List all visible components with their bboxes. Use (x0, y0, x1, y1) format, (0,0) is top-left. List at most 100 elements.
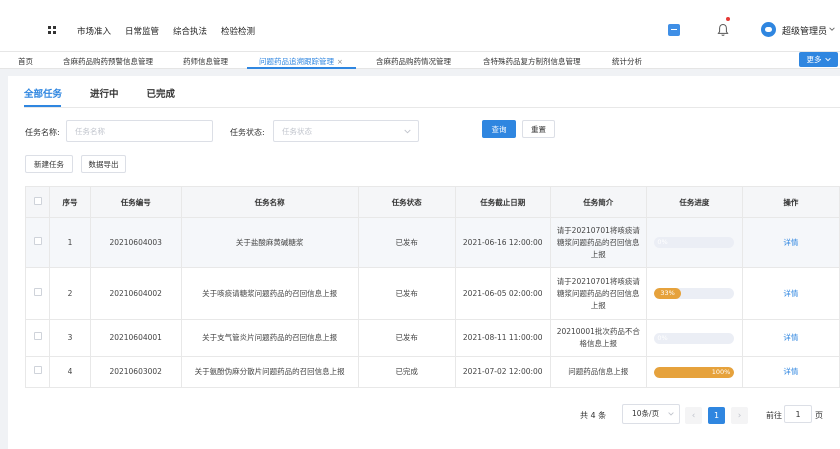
column-header: 操作 (741, 186, 840, 218)
detail-link[interactable]: 详情 (783, 367, 798, 376)
row-name: 关于盐酸麻黄碱糖浆 (180, 217, 359, 268)
nav-item-inspection[interactable]: 检验检测 (221, 25, 255, 37)
detail-link[interactable]: 详情 (783, 289, 798, 298)
row-deadline: 2021-08-11 11:00:00 (454, 319, 551, 357)
row-progress-cell: 0% (645, 319, 743, 357)
subtab-all[interactable]: 全部任务 (24, 86, 62, 100)
tab-pharmacist[interactable]: 药师信息管理 (183, 56, 228, 67)
row-select-cell[interactable] (24, 356, 51, 388)
row-seq: 4 (49, 356, 91, 388)
chevron-down-icon (668, 412, 674, 416)
close-icon[interactable]: × (337, 58, 343, 66)
row-status: 已发布 (357, 217, 456, 268)
checkbox-icon[interactable] (33, 287, 42, 296)
username[interactable]: 超级管理员 (782, 24, 827, 37)
row-action-cell: 详情 (741, 356, 840, 388)
task-status-label: 任务状态: (230, 128, 265, 137)
goto-page-input[interactable] (784, 405, 812, 423)
subtab-completed[interactable]: 已完成 (147, 86, 176, 100)
progress-bar: 0% (654, 237, 735, 248)
tab-statistics[interactable]: 统计分析 (612, 56, 642, 67)
checkbox-icon[interactable] (33, 366, 42, 374)
prev-page-button[interactable]: ‹ (685, 407, 702, 424)
tab-problem-drug-tracking[interactable]: 问题药品追溯跟踪管理 × (259, 56, 343, 67)
row-status: 已完成 (357, 356, 456, 388)
grid-icon[interactable] (48, 26, 56, 34)
tab-home[interactable]: 首页 (18, 56, 33, 67)
main-nav: 市场准入 日常监管 综合执法 检验检测 (77, 25, 255, 37)
row-code: 20210604001 (89, 319, 182, 357)
row-select-cell[interactable] (24, 217, 51, 268)
column-header: 任务状态 (357, 186, 456, 218)
avatar-icon[interactable] (761, 22, 776, 37)
table-row: 4 20210603002 关于氨酚伪麻分散片问题药品的召回信息上报 已完成 2… (24, 356, 840, 388)
row-progress-cell: 33% (645, 267, 743, 320)
table-header-row: 序号 任务编号 任务名称 任务状态 任务截止日期 任务简介 任务进度 操作 (24, 186, 840, 218)
tab-narcotic-warning[interactable]: 含麻药品购药预警信息管理 (63, 56, 153, 67)
task-status-select[interactable] (273, 120, 419, 142)
progress-text: 100% (711, 367, 731, 376)
task-table: 序号 任务编号 任务名称 任务状态 任务截止日期 任务简介 任务进度 操作 1 … (24, 186, 840, 388)
top-header: 市场准入 日常监管 综合执法 检验检测 超级管理员 (0, 0, 840, 52)
checkbox-icon[interactable] (33, 236, 42, 245)
row-deadline: 2021-07-02 12:00:00 (454, 356, 551, 388)
active-tab-indicator (247, 67, 356, 69)
bell-icon[interactable] (717, 23, 729, 37)
page-number-current[interactable]: 1 (708, 407, 725, 424)
next-page-button[interactable]: › (731, 407, 748, 424)
column-header: 任务编号 (89, 186, 182, 218)
row-action-cell: 详情 (741, 267, 840, 320)
reset-button[interactable]: 重置 (522, 120, 555, 138)
chevron-down-icon[interactable] (829, 26, 835, 32)
column-header: 序号 (49, 186, 91, 218)
row-intro-cell: 20210001批次药品不合格信息上报 (549, 319, 647, 357)
tab-label: 问题药品追溯跟踪管理 (259, 57, 334, 66)
task-name-input[interactable] (66, 120, 213, 142)
row-select-cell[interactable] (24, 267, 51, 320)
page-suffix: 页 (815, 411, 823, 420)
row-deadline: 2021-06-16 12:00:00 (454, 217, 551, 268)
main-panel: 全部任务 进行中 已完成 任务名称: 任务状态: 查询 重置 新建任务 数据导出… (8, 76, 840, 449)
progress-bar: 100% (654, 366, 735, 378)
row-progress-cell: 0% (645, 217, 743, 268)
row-status: 已发布 (357, 267, 456, 320)
tab-bar: 首页 含麻药品购药预警信息管理 药师信息管理 问题药品追溯跟踪管理 × 含麻药品购… (0, 52, 840, 69)
column-header: 任务名称 (180, 186, 359, 218)
select-all-cell[interactable] (24, 186, 51, 218)
pagination-total: 共 4 条 (580, 411, 607, 420)
column-header: 任务截止日期 (454, 186, 551, 218)
tab-narcotic-purchase[interactable]: 含麻药品购药情况管理 (376, 56, 451, 67)
row-code: 20210604002 (89, 267, 182, 320)
task-filter-tabs: 全部任务 进行中 已完成 (24, 86, 175, 100)
row-intro-cell: 请于20210701将咳痰请糖浆问题药品的召回信息上报 (549, 217, 647, 268)
query-button[interactable]: 查询 (482, 120, 516, 138)
progress-bar: 33% (654, 288, 735, 299)
table-row: 2 20210604002 关于咳痰请糖浆问题药品的召回信息上报 已发布 202… (24, 267, 840, 320)
row-seq: 3 (49, 319, 91, 357)
chevron-down-icon (824, 57, 831, 62)
export-data-button[interactable]: 数据导出 (81, 155, 126, 173)
nav-item-law-enforcement[interactable]: 综合执法 (173, 25, 207, 37)
table-row: 3 20210604001 关于支气管炎片问题药品的召回信息上报 已发布 202… (24, 319, 840, 357)
row-deadline: 2021-06-05 02:00:00 (454, 267, 551, 320)
row-select-cell[interactable] (24, 319, 51, 357)
detail-link[interactable]: 详情 (783, 238, 798, 247)
more-tabs-button[interactable]: 更多 (799, 52, 838, 67)
nav-item-daily-supervision[interactable]: 日常监管 (125, 25, 159, 37)
checkbox-icon[interactable] (33, 332, 42, 340)
tab-special-compound[interactable]: 含特殊药品复方制剂信息管理 (483, 56, 581, 67)
row-seq: 1 (49, 217, 91, 268)
task-name-label: 任务名称: (25, 128, 60, 137)
notification-badge (726, 17, 730, 21)
progress-bar: 0% (654, 332, 735, 344)
create-task-button[interactable]: 新建任务 (25, 155, 73, 173)
progress-text: 0% (657, 333, 668, 342)
progress-text: 33% (660, 289, 675, 297)
window-icon[interactable] (668, 24, 680, 36)
row-code: 20210604003 (89, 217, 182, 268)
subtab-in-progress[interactable]: 进行中 (90, 86, 119, 100)
row-progress-cell: 100% (645, 356, 743, 388)
checkbox-icon[interactable] (33, 197, 42, 205)
nav-item-market-access[interactable]: 市场准入 (77, 25, 111, 37)
detail-link[interactable]: 详情 (783, 333, 798, 342)
